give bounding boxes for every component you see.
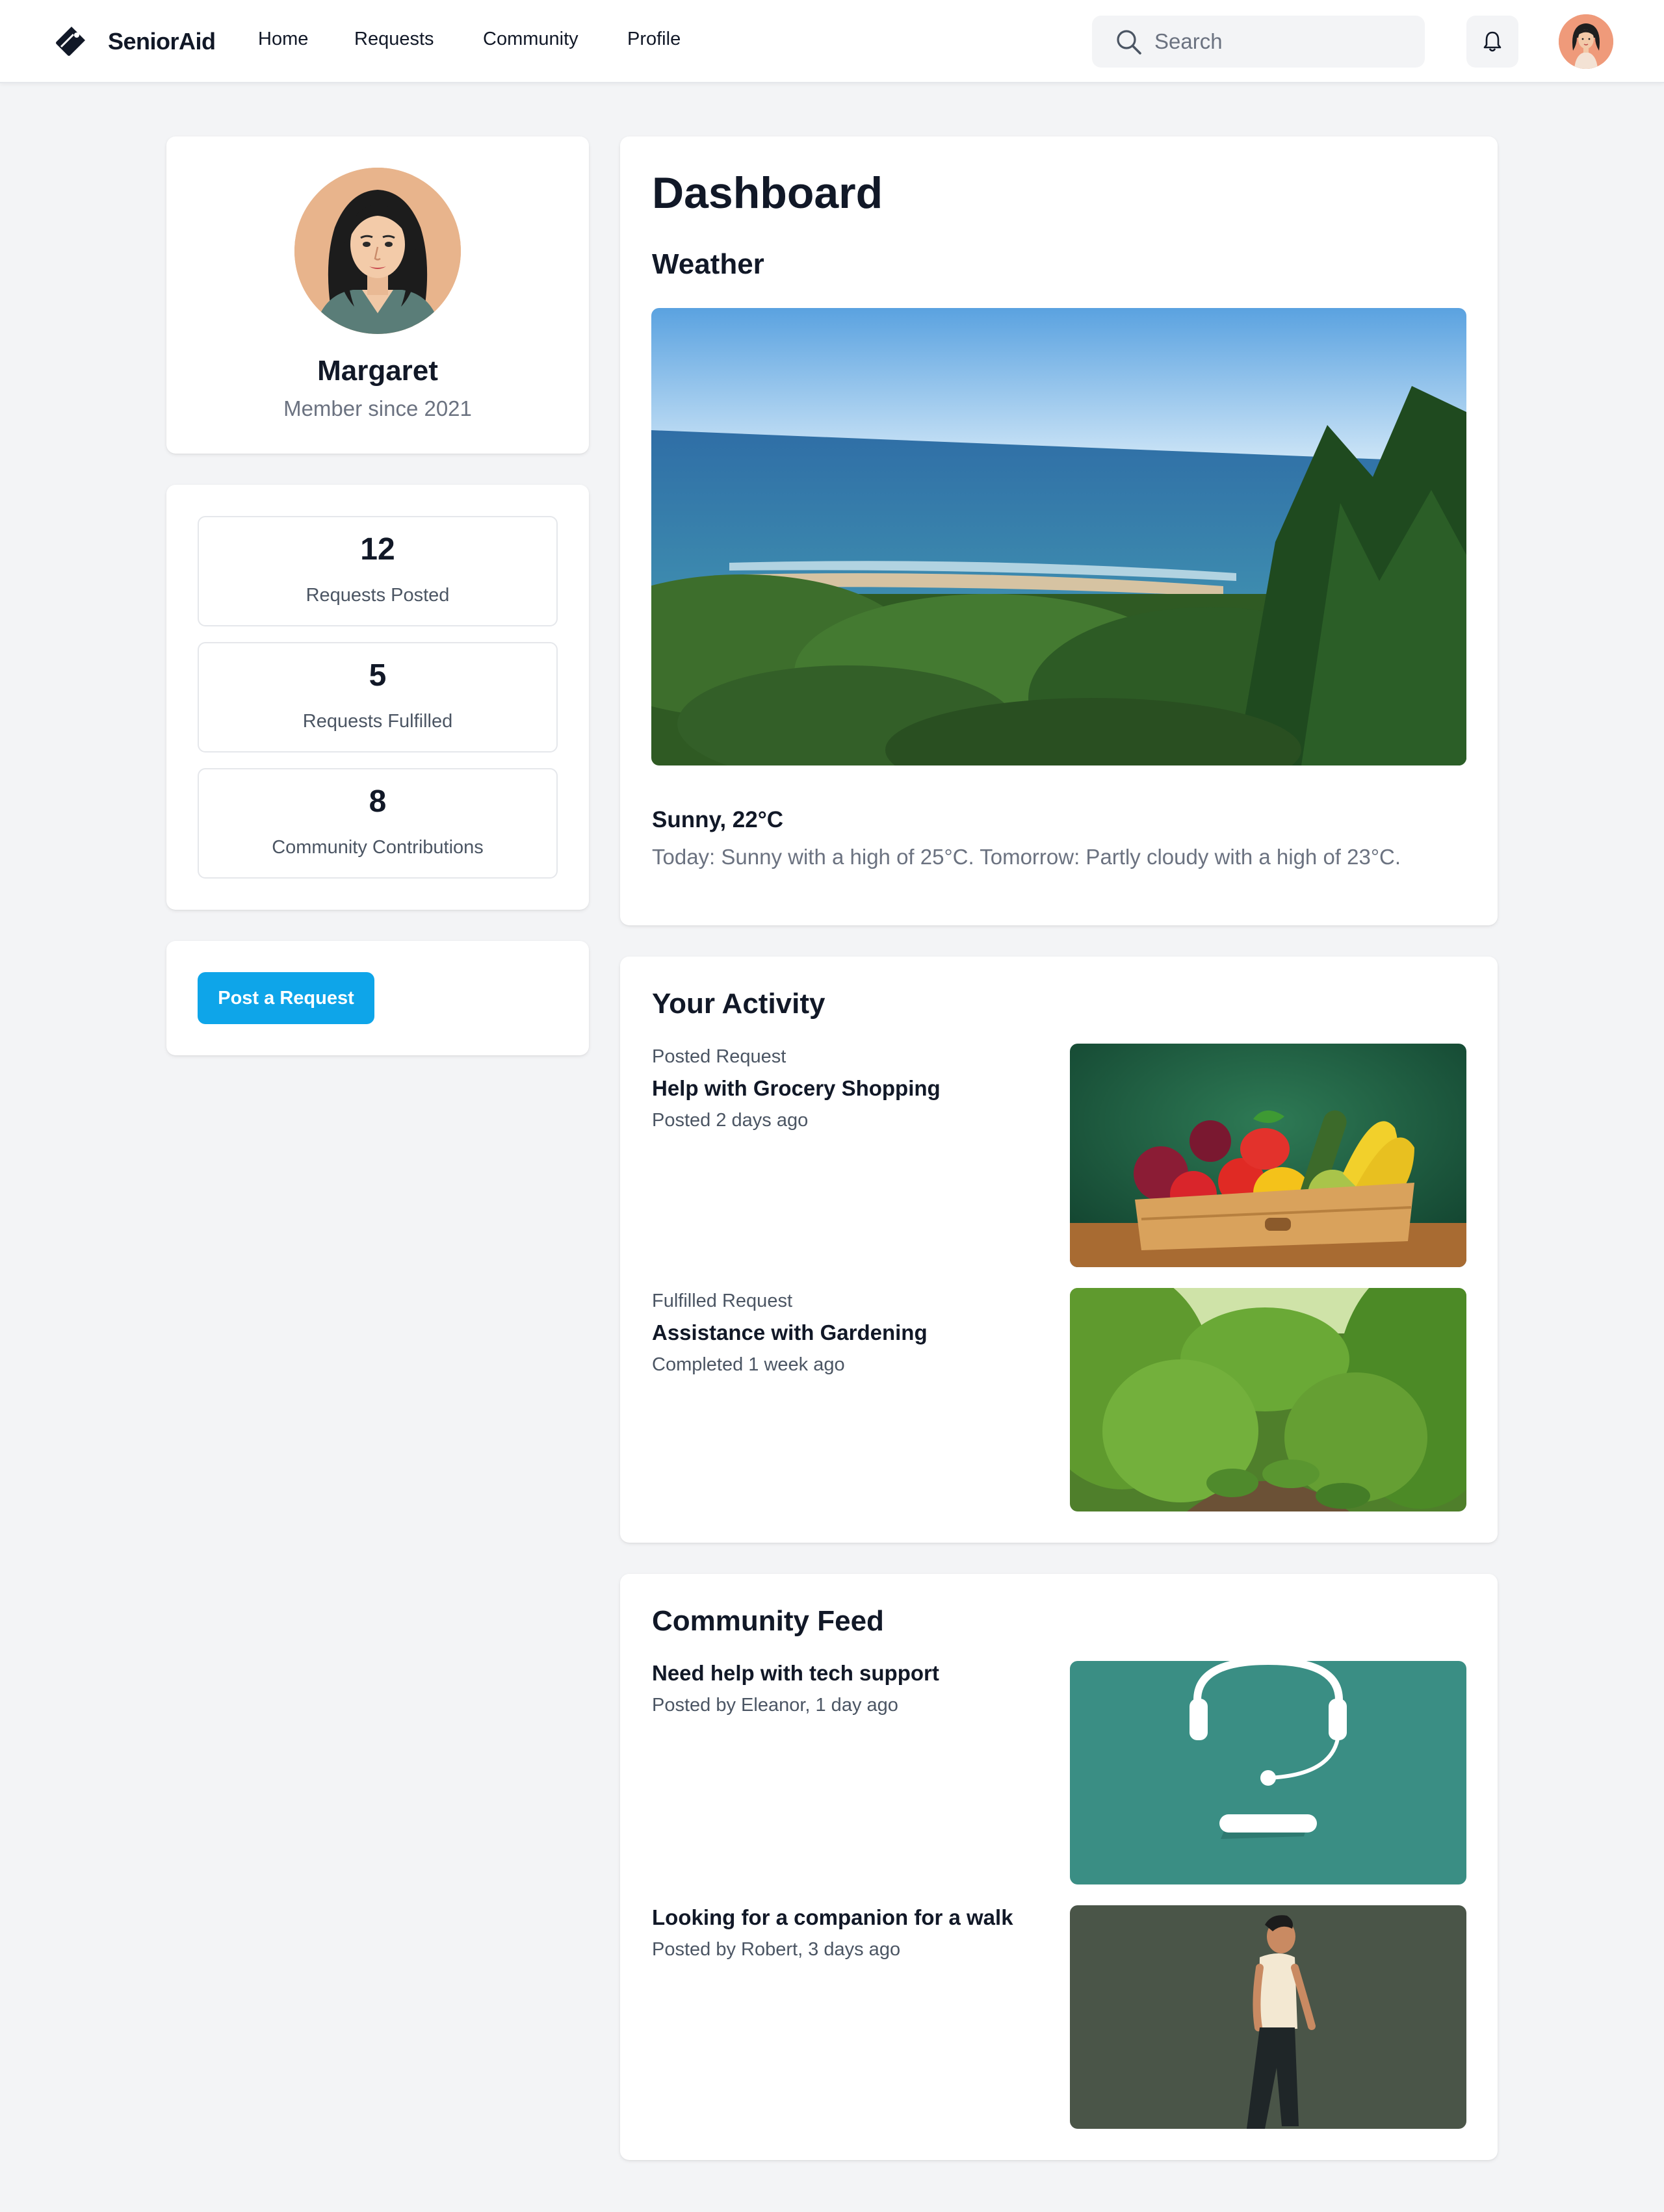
nav-requests[interactable]: Requests: [354, 29, 434, 50]
walking-person-image: [1070, 1905, 1466, 2129]
stat-value: 12: [360, 532, 395, 567]
coastal-landscape-image: [651, 308, 1466, 765]
activity-meta: Completed 1 week ago: [652, 1354, 845, 1375]
headset-icon: [1070, 1661, 1466, 1884]
nav-home[interactable]: Home: [258, 29, 308, 50]
bell-icon: [1483, 31, 1502, 52]
tech-support-image: [1070, 1661, 1466, 1884]
activity-title[interactable]: Help with Grocery Shopping: [652, 1076, 941, 1101]
activity-type: Fulfilled Request: [652, 1291, 792, 1311]
activity-card: Your Activity Posted Request Help with G…: [620, 957, 1498, 1543]
stat-requests-posted: 12 Requests Posted: [198, 516, 558, 626]
profile-avatar: [294, 168, 461, 334]
stat-label: Requests Posted: [306, 585, 450, 606]
profile-portrait: [294, 168, 461, 334]
profile-card: Margaret Member since 2021: [166, 136, 589, 454]
vegetable-crate-image: [1070, 1044, 1466, 1267]
community-feed-card: Community Feed Need help with tech suppo…: [620, 1574, 1498, 2160]
feed-meta: Posted by Eleanor, 1 day ago: [652, 1695, 898, 1716]
garden-image: [1070, 1288, 1466, 1511]
gardening-image: [1070, 1288, 1466, 1511]
notifications-button[interactable]: [1466, 16, 1518, 68]
feed-title[interactable]: Need help with tech support: [652, 1661, 939, 1686]
page-title: Dashboard: [652, 168, 883, 218]
activity-meta: Posted 2 days ago: [652, 1110, 809, 1131]
member-since: Member since 2021: [283, 396, 472, 420]
weather-heading: Weather: [652, 248, 764, 280]
stat-requests-fulfilled: 5 Requests Fulfilled: [198, 642, 558, 752]
tag-icon: [56, 27, 85, 56]
post-request-card: Post a Request: [166, 941, 589, 1055]
walk-image: [1070, 1905, 1466, 2129]
stat-label: Requests Fulfilled: [302, 711, 453, 732]
activity-heading: Your Activity: [652, 988, 826, 1020]
weather-forecast: Today: Sunny with a high of 25°C. Tomorr…: [652, 845, 1401, 869]
dashboard-card: Dashboard Weather Sunny, 22°C Today: Sun…: [620, 136, 1498, 925]
post-request-button[interactable]: Post a Request: [198, 972, 374, 1024]
profile-name: Margaret: [317, 355, 438, 387]
search-input[interactable]: [1154, 29, 1401, 54]
brand-name: SeniorAid: [108, 28, 216, 55]
stat-value: 8: [369, 784, 387, 819]
stat-label: Community Contributions: [272, 837, 484, 858]
search-icon: [1117, 30, 1141, 55]
activity-type: Posted Request: [652, 1046, 786, 1067]
feed-heading: Community Feed: [652, 1605, 884, 1637]
brand[interactable]: SeniorAid: [52, 23, 216, 60]
feed-meta: Posted by Robert, 3 days ago: [652, 1939, 901, 1960]
weather-condition: Sunny, 22°C: [652, 807, 784, 832]
weather-image: [651, 308, 1466, 765]
user-avatar[interactable]: [1559, 14, 1613, 69]
nav-profile[interactable]: Profile: [627, 29, 681, 50]
activity-title[interactable]: Assistance with Gardening: [652, 1320, 928, 1345]
feed-title[interactable]: Looking for a companion for a walk: [652, 1905, 1013, 1930]
grocery-image: [1070, 1044, 1466, 1267]
stat-community-contributions: 8 Community Contributions: [198, 768, 558, 879]
stats-card: 12 Requests Posted 5 Requests Fulfilled …: [166, 485, 589, 910]
search-bar[interactable]: [1092, 16, 1425, 68]
stat-value: 5: [369, 658, 387, 693]
nav-community[interactable]: Community: [483, 29, 578, 50]
avatar-illustration: [1559, 14, 1613, 69]
top-navigation-bar: SeniorAid Home Requests Community Profil…: [0, 0, 1664, 83]
